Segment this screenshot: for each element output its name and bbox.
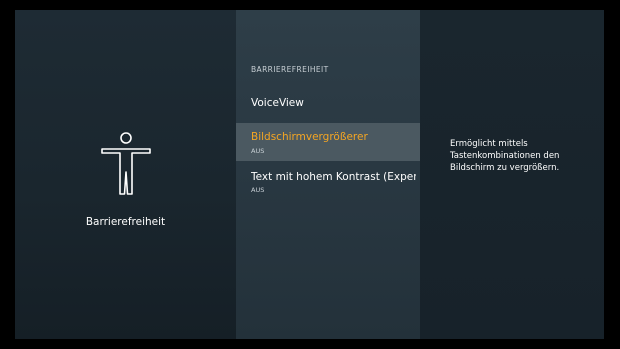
section-header: BARRIEREFREIHEIT <box>251 65 329 74</box>
menu-item-status: AUS <box>251 147 265 155</box>
settings-menu: BARRIEREFREIHEIT VoiceView Bildschirmver… <box>236 10 420 339</box>
tv-screen: Barrierefreiheit BARRIEREFREIHEIT VoiceV… <box>15 10 604 339</box>
menu-item-title: Bildschirmvergrößerer <box>251 131 368 143</box>
menu-item-screen-magnifier[interactable]: Bildschirmvergrößerer AUS <box>236 123 420 161</box>
page-title: Barrierefreiheit <box>85 216 166 228</box>
menu-item-high-contrast-text[interactable]: Text mit hohem Kontrast (Experimentell) … <box>236 168 420 198</box>
item-description: Ermöglicht mittels Tastenkombinationen d… <box>450 139 560 173</box>
menu-item-status: AUS <box>251 186 265 194</box>
menu-item-voiceview[interactable]: VoiceView <box>236 94 420 116</box>
left-panel: Barrierefreiheit <box>15 10 236 339</box>
accessibility-person-icon <box>101 132 151 195</box>
menu-item-title: Text mit hohem Kontrast (Experimentell) <box>251 171 416 183</box>
description-panel: Ermöglicht mittels Tastenkombinationen d… <box>420 10 604 339</box>
menu-item-title: VoiceView <box>251 97 304 109</box>
